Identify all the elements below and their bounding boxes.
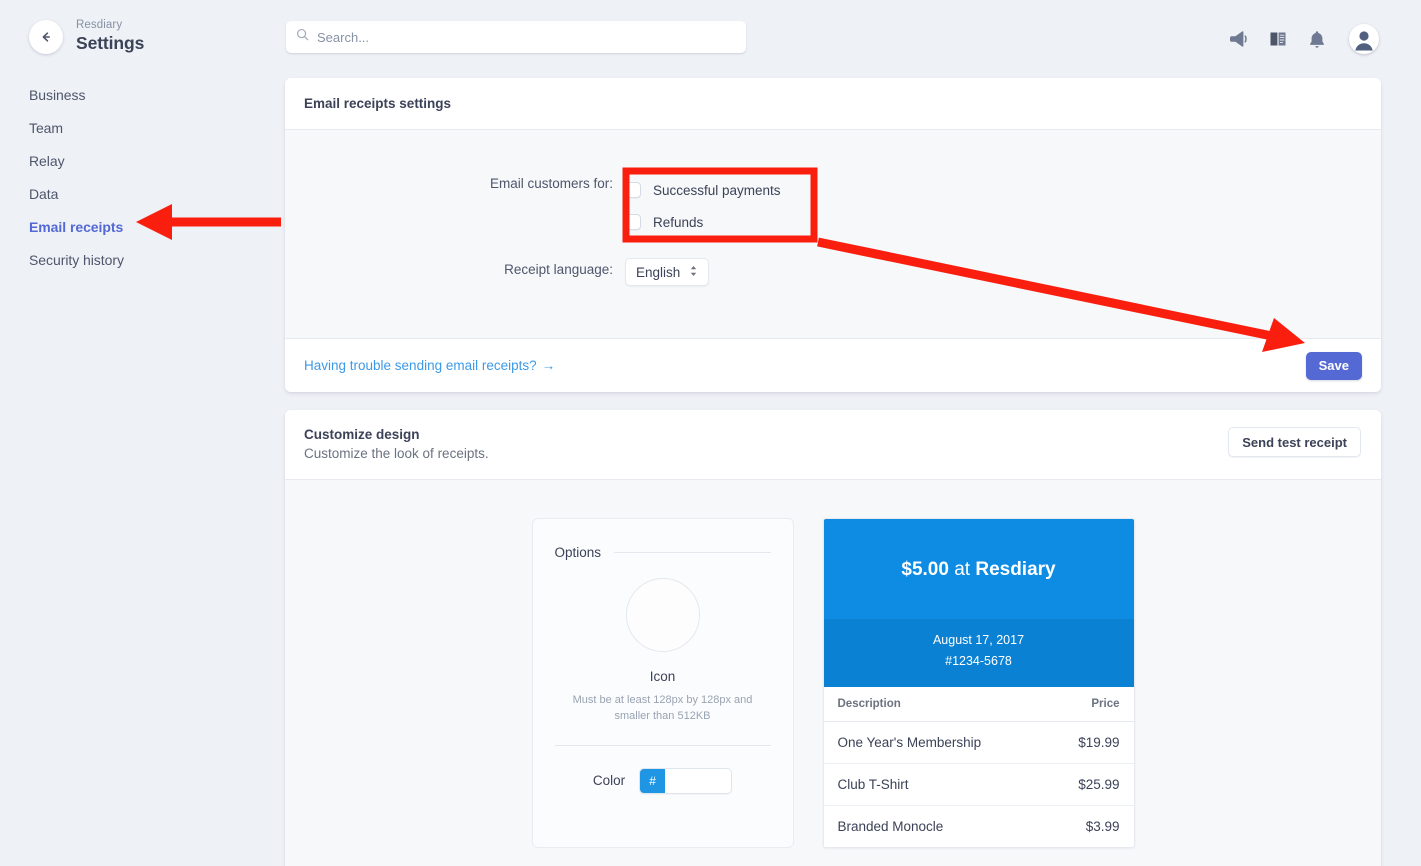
receipt-at-word: at — [954, 559, 971, 580]
line-item-description: Club T-Shirt — [823, 763, 1045, 807]
customize-design-card: Customize design Customize the look of r… — [285, 410, 1381, 866]
receipt-language-select[interactable]: English — [625, 258, 709, 286]
divider — [554, 744, 771, 746]
receipt-preview: $5.00 at Resdiary August 17, 2017 #1234-… — [822, 518, 1135, 849]
receipt-amount: $5.00 — [901, 559, 949, 580]
column-header-description: Description — [823, 687, 1045, 723]
receipt-language-row: Receipt language: English — [285, 248, 1381, 286]
select-value: English — [636, 264, 681, 280]
receipt-language-field: English — [625, 248, 709, 286]
receipt-merchant: Resdiary — [975, 559, 1056, 580]
chevron-updown-icon — [689, 264, 698, 281]
receipt-amount-line: $5.00 at Resdiary — [834, 559, 1124, 581]
org-name: Resdiary — [76, 19, 123, 31]
brand-block: Resdiary Settings — [29, 19, 144, 55]
icon-caption: Icon — [649, 669, 676, 684]
sidebar-item-label: Email receipts — [29, 218, 124, 235]
settings-form: Email customers for: Successful payments… — [285, 130, 1381, 338]
sidebar-item-relay[interactable]: Relay — [29, 144, 259, 177]
card-title: Email receipts settings — [304, 96, 452, 111]
book-icon[interactable] — [1269, 30, 1287, 48]
table-row: Branded Monocle $3.99 — [824, 806, 1134, 847]
sidebar-item-label: Relay — [29, 152, 65, 169]
line-item-description: Branded Monocle — [837, 819, 944, 835]
checkbox-input[interactable] — [625, 182, 641, 198]
icon-upload-dropzone[interactable] — [625, 578, 700, 652]
help-link-text: Having trouble sending email receipts? — [304, 358, 537, 373]
search-box[interactable] — [286, 21, 746, 53]
column-header-price: Price — [1044, 687, 1134, 723]
arrow-left-icon — [39, 30, 53, 44]
color-label: Color — [592, 773, 626, 789]
checkbox-label[interactable]: Refunds — [653, 215, 703, 230]
email-customers-label: Email customers for: — [489, 176, 613, 191]
design-subtitle: Customize the look of receipts. — [304, 446, 489, 461]
color-input-group[interactable]: # — [639, 767, 733, 794]
top-bar: Resdiary Settings — [0, 0, 1421, 74]
settings-card-footer: Having trouble sending email receipts? →… — [285, 338, 1381, 392]
sidebar-item-email-receipts[interactable]: Email receipts — [29, 210, 259, 243]
save-button[interactable]: Save — [1305, 351, 1362, 380]
line-item-price: $25.99 — [1044, 763, 1134, 807]
color-hash-prefix[interactable]: # — [640, 768, 666, 793]
design-card-header: Customize design Customize the look of r… — [285, 410, 1381, 480]
line-item-price: $19.99 — [1044, 721, 1134, 765]
sidebar-item-team[interactable]: Team — [29, 111, 259, 144]
receipt-reference: #1234-5678 — [945, 653, 1012, 668]
sidebar-item-label: Team — [29, 119, 64, 136]
receipt-meta: August 17, 2017 #1234-5678 — [823, 619, 1134, 688]
sidebar-item-label: Business — [29, 86, 86, 103]
sidebar: Business Team Relay Data Email receipts … — [29, 78, 259, 276]
checkbox-input[interactable] — [625, 214, 641, 230]
search-input[interactable] — [317, 21, 736, 53]
email-customers-row: Email customers for: Successful payments… — [285, 174, 1381, 238]
receipt-hero: $5.00 at Resdiary — [823, 519, 1134, 619]
options-panel: Options Icon Must be at least 128px by 1… — [531, 518, 794, 849]
sidebar-item-business[interactable]: Business — [29, 78, 259, 111]
receipt-date: August 17, 2017 — [932, 633, 1025, 647]
options-heading: Options — [554, 545, 602, 560]
divider — [614, 552, 771, 553]
checkbox-refunds[interactable]: Refunds — [625, 206, 781, 238]
megaphone-icon[interactable] — [1228, 30, 1248, 48]
icon-help-text: Must be at least 128px by 128px and smal… — [572, 694, 753, 722]
checkbox-group: Successful payments Refunds — [625, 174, 781, 238]
page-title: Settings — [76, 33, 145, 54]
receipt-line-items-table: Description Price One Year's Membership … — [823, 687, 1134, 847]
card-header: Email receipts settings — [285, 78, 1381, 130]
email-receipts-settings-card: Email receipts settings Email customers … — [285, 78, 1381, 392]
sidebar-item-data[interactable]: Data — [29, 177, 259, 210]
table-header-row: Description Price — [823, 687, 1134, 723]
line-item-description: One Year's Membership — [823, 721, 1045, 765]
design-title: Customize design — [304, 427, 420, 442]
avatar[interactable] — [1349, 24, 1379, 54]
checkbox-label[interactable]: Successful payments — [653, 183, 781, 198]
line-item-price: $3.99 — [1085, 819, 1120, 835]
top-icon-group — [1228, 24, 1379, 54]
sidebar-item-label: Security history — [29, 251, 124, 268]
design-preview-area: Options Icon Must be at least 128px by 1… — [285, 480, 1381, 866]
main-content: Email receipts settings Email customers … — [285, 78, 1381, 866]
color-row: Color # — [555, 767, 771, 794]
help-link[interactable]: Having trouble sending email receipts? → — [304, 358, 555, 373]
design-header-text: Customize design Customize the look of r… — [304, 427, 489, 461]
table-row: Club T-Shirt $25.99 — [823, 763, 1134, 807]
sidebar-item-security-history[interactable]: Security history — [29, 243, 259, 276]
bell-icon[interactable] — [1308, 30, 1326, 49]
table-row: One Year's Membership $19.99 — [823, 721, 1134, 765]
search-icon — [296, 28, 309, 46]
options-heading-row: Options — [555, 545, 771, 560]
receipt-language-label: Receipt language: — [504, 262, 613, 277]
checkbox-successful-payments[interactable]: Successful payments — [625, 174, 781, 206]
send-test-receipt-button[interactable]: Send test receipt — [1228, 427, 1361, 457]
color-input[interactable] — [665, 768, 732, 793]
back-button[interactable] — [29, 20, 63, 55]
arrow-right-icon: → — [541, 358, 556, 373]
sidebar-item-label: Data — [29, 185, 59, 202]
